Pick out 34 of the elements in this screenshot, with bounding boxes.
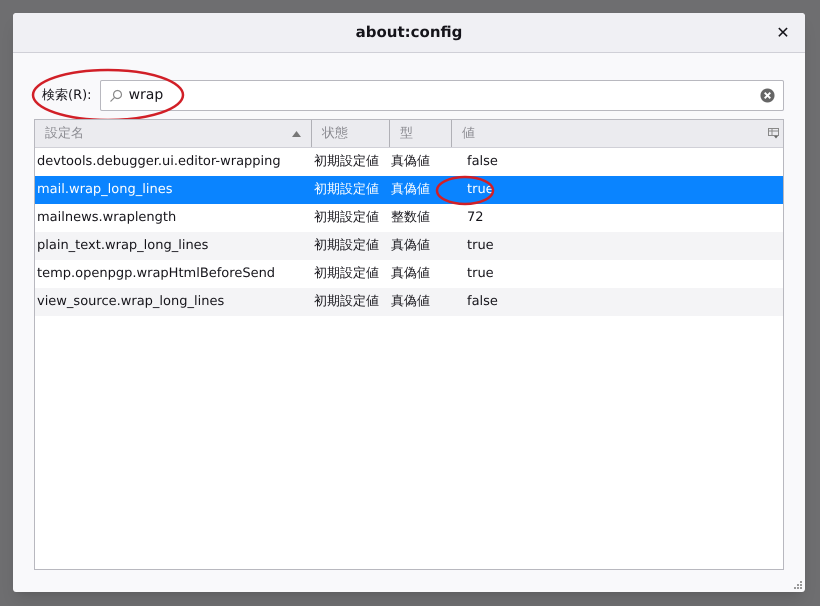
table-cell-text: devtools.debugger.ui.editor-wrapping [36,153,282,172]
table-cell-text: 真偽値 [390,293,431,312]
search-icon [108,88,123,102]
table-cell-text: 真偽値 [390,237,431,256]
table-row[interactable]: view_source.wrap_long_lines 初期設定値 真偽値 false [35,288,783,316]
close-button[interactable]: ✕ [771,21,795,45]
table-cell-text: 真偽値 [390,181,431,200]
table-cell-text: 整数値 [390,209,431,228]
table-cell-text: 初期設定値 [313,209,380,228]
table-cell-text: 初期設定値 [313,181,380,200]
table-cell-text: view_source.wrap_long_lines [36,293,226,312]
table-cell-text: true [466,265,495,284]
window-title: about:config [356,22,462,44]
column-picker-icon[interactable] [768,128,779,139]
clear-icon[interactable] [760,88,775,103]
table-cell-text: temp.openpgp.wrapHtmlBeforeSend [36,265,276,284]
table-cell-text: 真偽値 [390,265,431,284]
table-cell-text: 初期設定値 [313,293,380,312]
table-cell-text: 初期設定値 [313,153,380,172]
table-cell-text: false [466,293,499,312]
table-cell-text: plain_text.wrap_long_lines [36,237,210,256]
table-cell-text: 72 [466,209,485,228]
resize-grip-icon[interactable] [794,581,802,589]
search-field[interactable]: wrap [100,80,784,111]
table-cell-text: 真偽値 [390,153,431,172]
table-cell-text: 初期設定値 [313,237,380,256]
table-cell-text: mailnews.wraplength [36,209,178,228]
table-row[interactable]: plain_text.wrap_long_lines 初期設定値 真偽値 true [35,232,783,260]
table-cell-text: false [466,153,499,172]
search-value: wrap [128,86,164,105]
search-label: 検索(R): [42,86,92,105]
table-cell-text: mail.wrap_long_lines [36,181,174,200]
table-cell-text: 初期設定値 [313,265,380,284]
table-cell-text: true [466,237,495,256]
